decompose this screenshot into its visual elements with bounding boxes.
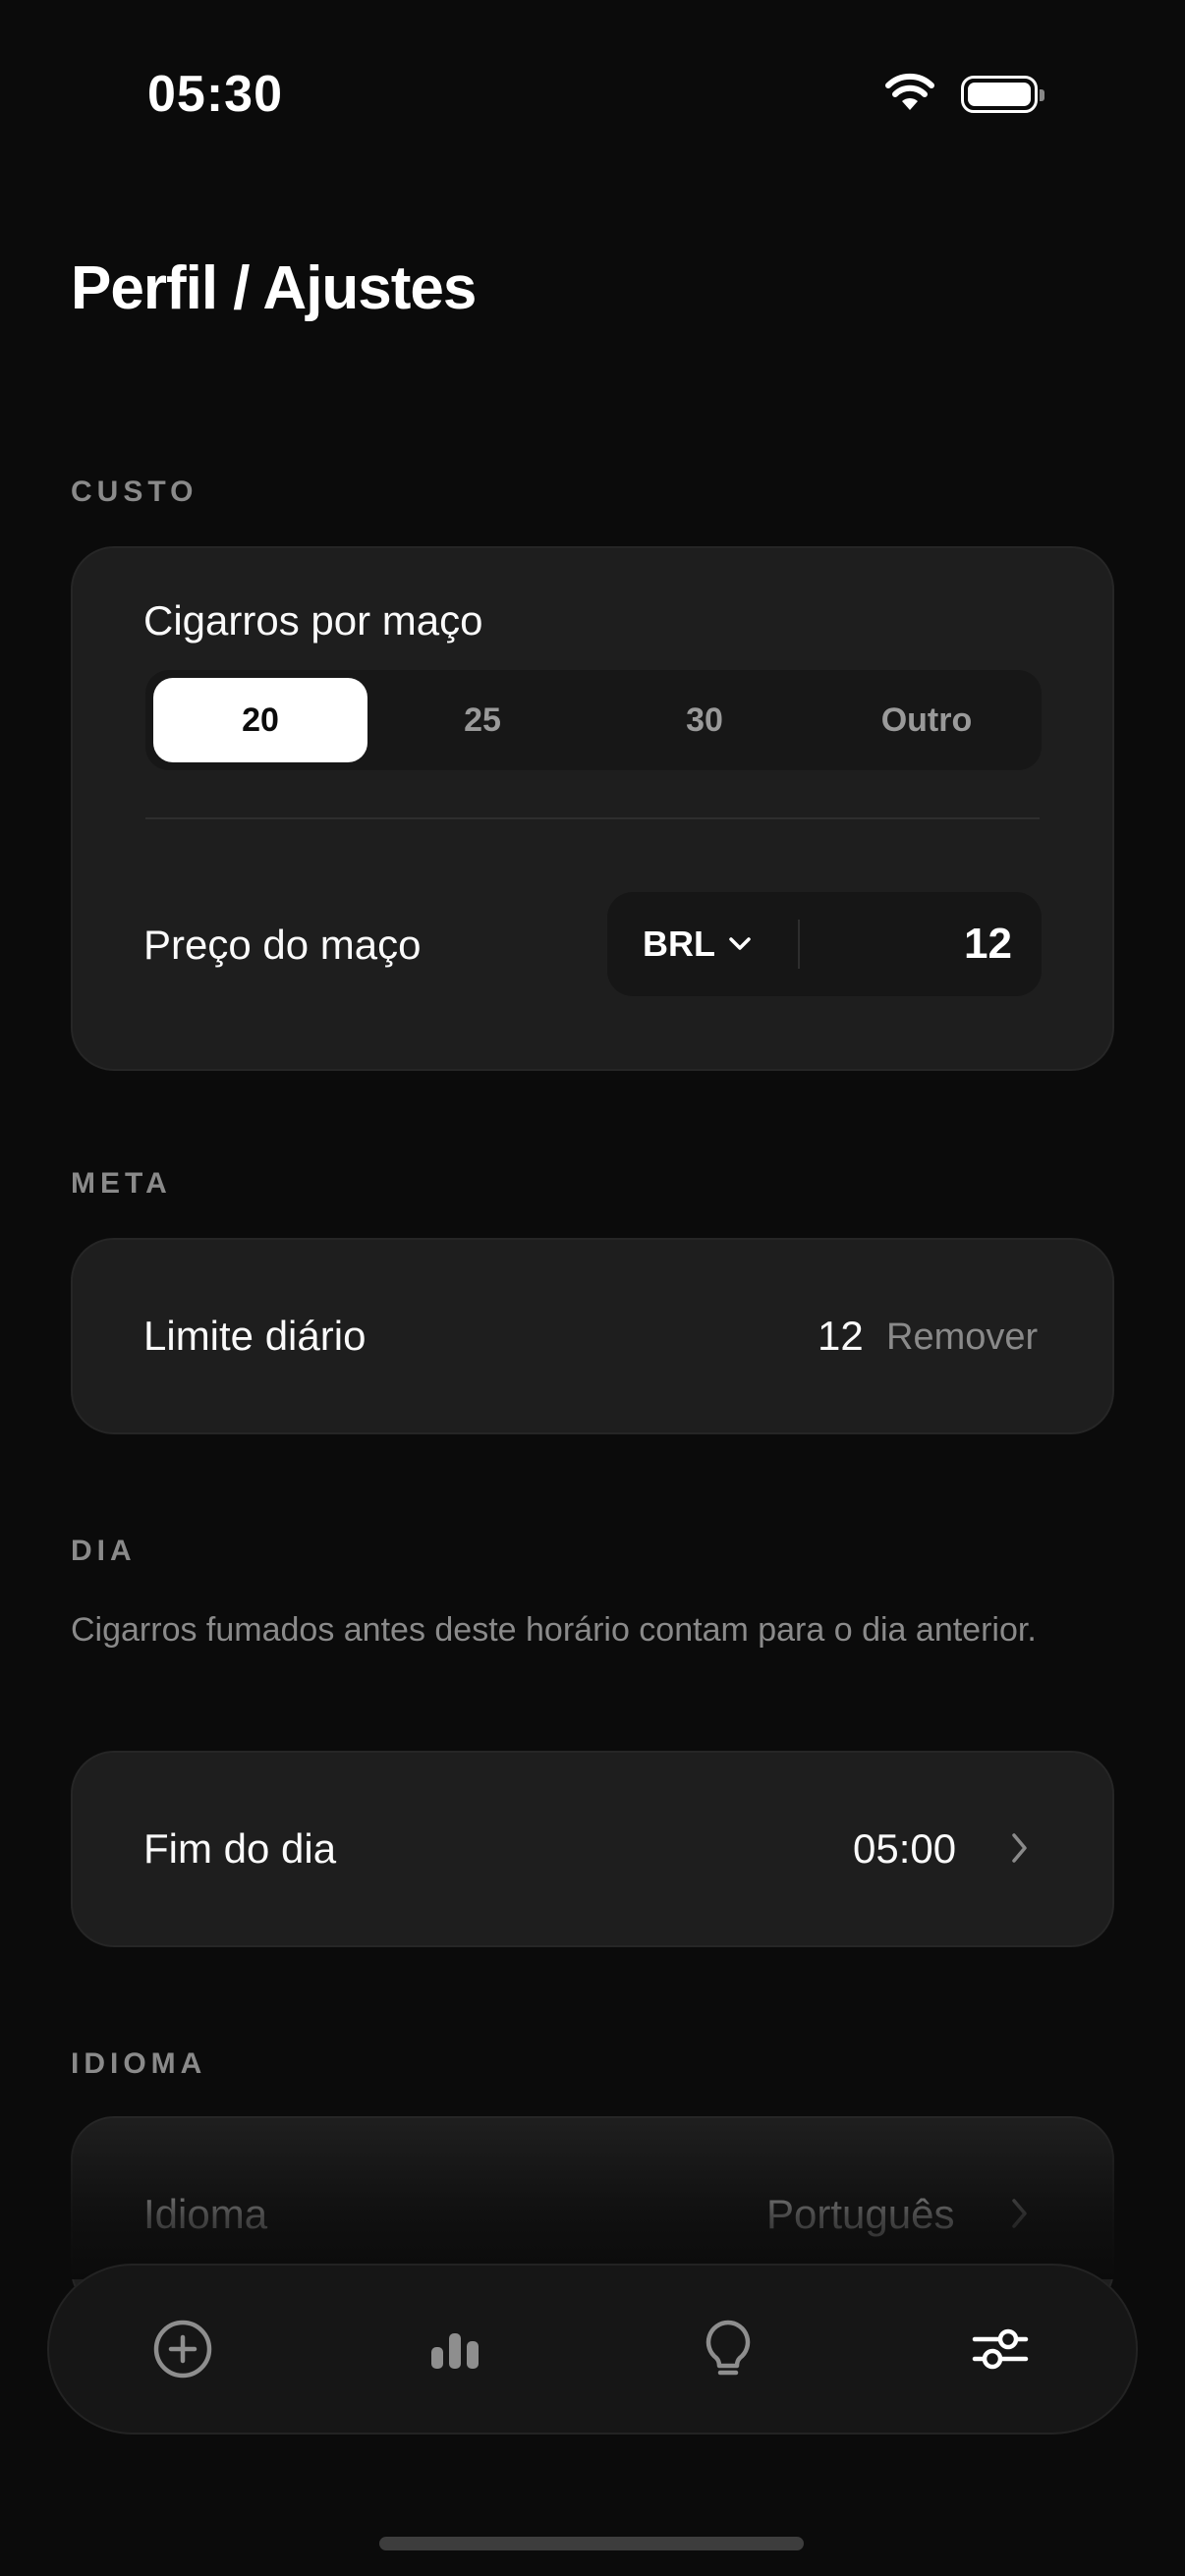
bar-chart-icon (431, 2333, 479, 2369)
tab-bar (47, 2264, 1138, 2435)
wifi-icon (885, 73, 934, 110)
lightbulb-icon (705, 2320, 751, 2376)
end-of-day-label: Fim do dia (143, 1825, 337, 1872)
end-of-day-value: 05:00 (853, 1825, 957, 1872)
section-label-dia: DIA (71, 1535, 137, 1567)
section-label-custo: CUSTO (71, 476, 198, 508)
tab-settings[interactable] (922, 2266, 1079, 2433)
remove-limit-button[interactable]: Remover (886, 1316, 1038, 1359)
currency-selector[interactable]: BRL (643, 892, 751, 996)
language-label: Idioma (143, 2191, 268, 2237)
language-value: Português (766, 2191, 955, 2237)
daily-limit-label: Limite diário (143, 1313, 367, 1359)
status-bar: 05:30 (0, 0, 1185, 187)
divider (145, 817, 1040, 819)
field-separator (798, 920, 800, 969)
chevron-right-icon (1012, 1833, 1027, 1863)
home-indicator (379, 2537, 804, 2550)
pack-option-30[interactable]: 30 (597, 678, 812, 762)
pack-price-label: Preço do maço (143, 922, 422, 968)
chevron-down-icon (729, 937, 751, 950)
day-helper-text: Cigarros fumados antes deste horário con… (71, 1611, 1037, 1649)
status-time: 05:30 (147, 66, 283, 123)
pack-size-label: Cigarros por maço (143, 597, 483, 644)
section-label-meta: META (71, 1167, 172, 1200)
pack-size-segmented-control: 20 25 30 Outro (145, 670, 1042, 770)
pack-option-20[interactable]: 20 (153, 678, 367, 762)
pack-option-25[interactable]: 25 (375, 678, 590, 762)
page-title: Perfil / Ajustes (71, 254, 477, 322)
pack-price-input[interactable]: 12 (964, 892, 1012, 996)
pack-option-other[interactable]: Outro (819, 678, 1034, 762)
sliders-icon (972, 2328, 1029, 2370)
pack-price-field: BRL 12 (607, 892, 1042, 996)
currency-code: BRL (643, 924, 715, 964)
daily-limit-value[interactable]: 12 (818, 1313, 864, 1360)
tab-tips[interactable] (649, 2266, 807, 2433)
end-of-day-row[interactable]: Fim do dia 05:00 (71, 1751, 1114, 1947)
cost-card: Cigarros por maço 20 25 30 Outro Preço d… (71, 546, 1114, 1071)
goal-card: Limite diário 12 Remover (71, 1238, 1114, 1434)
chevron-right-icon (1012, 2199, 1027, 2228)
battery-icon (961, 76, 1044, 113)
section-label-idioma: IDIOMA (71, 2047, 207, 2080)
add-circle-icon (153, 2320, 212, 2379)
tab-stats[interactable] (376, 2266, 534, 2433)
tab-add[interactable] (104, 2266, 261, 2433)
